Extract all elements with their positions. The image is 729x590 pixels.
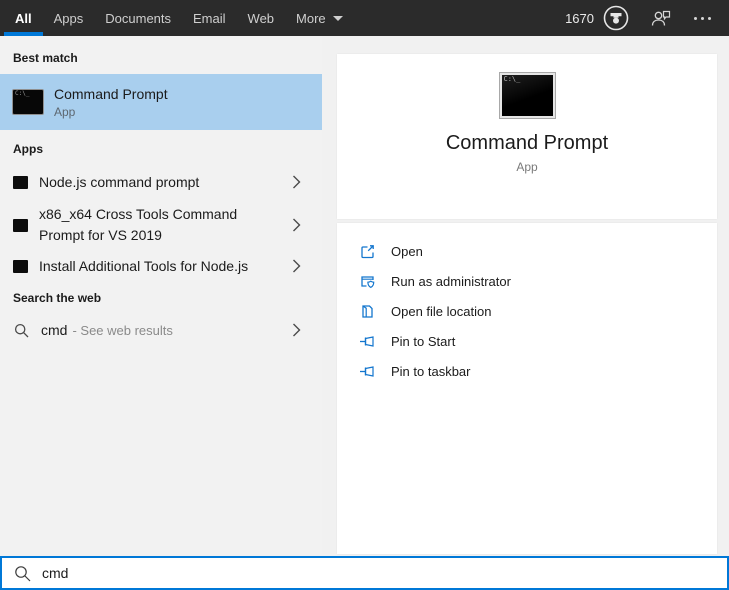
search-input[interactable] (42, 565, 642, 581)
app-result-title: x86_x64 Cross Tools Command Prompt for V… (39, 206, 238, 243)
more-options-button[interactable] (692, 13, 713, 24)
header-right-cluster: 1670 (565, 0, 729, 36)
app-result-title: Node.js command prompt (39, 173, 200, 190)
preview-subtitle: App (516, 160, 538, 174)
action-label: Pin to taskbar (391, 363, 471, 379)
terminal-app-icon (13, 218, 28, 232)
search-header: All Apps Documents Email Web More 1670 (0, 0, 729, 36)
search-icon (14, 565, 31, 582)
tab-documents[interactable]: Documents (94, 0, 182, 36)
app-result-x86-x64-cross-tools[interactable]: x86_x64 Cross Tools Command Prompt for V… (0, 204, 322, 246)
taskbar-search-box[interactable] (0, 556, 729, 590)
feedback-button[interactable] (650, 8, 672, 28)
action-label: Pin to Start (391, 333, 456, 349)
command-prompt-large-icon: C:\_ (498, 72, 556, 119)
tab-apps[interactable]: Apps (43, 0, 95, 36)
action-pin-to-start[interactable]: Pin to Start (337, 326, 717, 356)
action-open[interactable]: Open (337, 236, 717, 266)
best-match-title: Command Prompt (54, 85, 168, 102)
apps-heading: Apps (13, 142, 43, 156)
app-result-install-additional-tools[interactable]: Install Additional Tools for Node.js (0, 251, 322, 281)
chevron-down-icon (332, 15, 343, 21)
tab-more-label: More (296, 10, 326, 26)
file-location-icon (359, 303, 376, 320)
chevron-right-icon[interactable] (288, 174, 304, 190)
best-match-text: Command Prompt App (54, 86, 168, 119)
action-run-as-administrator[interactable]: Run as administrator (337, 266, 717, 296)
tab-web[interactable]: Web (237, 0, 286, 36)
action-open-file-location[interactable]: Open file location (337, 296, 717, 326)
terminal-app-icon (13, 259, 28, 273)
open-icon (359, 243, 376, 260)
web-result-suffix: - See web results (72, 322, 173, 338)
app-result-title: Install Additional Tools for Node.js (39, 257, 249, 274)
rewards-button[interactable]: 1670 (565, 4, 630, 32)
terminal-app-icon (13, 175, 28, 189)
results-panel: Best match C:\_ Command Prompt App Apps … (0, 36, 322, 554)
tab-email[interactable]: Email (182, 0, 237, 36)
action-label: Open file location (391, 303, 492, 319)
command-prompt-icon: C:\_ (12, 89, 44, 115)
chevron-right-icon[interactable] (288, 258, 304, 274)
app-result-nodejs-command-prompt[interactable]: Node.js command prompt (0, 167, 322, 197)
preview-title: Command Prompt (445, 132, 609, 154)
best-match-subtitle: App (54, 104, 76, 119)
action-pin-to-taskbar[interactable]: Pin to taskbar (337, 356, 717, 386)
tab-more[interactable]: More (285, 0, 354, 36)
web-result-query: cmd (41, 322, 68, 338)
search-the-web-heading: Search the web (13, 291, 102, 305)
filter-tabs: All Apps Documents Email Web More (0, 0, 354, 36)
rewards-medal-icon (602, 4, 630, 32)
action-label: Run as administrator (391, 273, 511, 289)
preview-actions-card: Open Run as administrator Open file loca… (337, 223, 717, 554)
web-result-cmd[interactable]: cmd - See web results (0, 315, 322, 345)
preview-header-card: C:\_ Command Prompt App (337, 54, 717, 219)
pin-icon (359, 363, 376, 380)
search-icon (14, 323, 29, 338)
chevron-right-icon[interactable] (288, 217, 304, 233)
rewards-points: 1670 (565, 10, 594, 26)
best-match-heading: Best match (13, 51, 78, 65)
action-label: Open (391, 243, 423, 259)
tab-all[interactable]: All (4, 0, 43, 36)
chevron-right-icon[interactable] (288, 322, 304, 338)
pin-icon (359, 333, 376, 350)
best-match-result-command-prompt[interactable]: C:\_ Command Prompt App (0, 74, 322, 130)
run-admin-shield-icon (359, 273, 376, 290)
